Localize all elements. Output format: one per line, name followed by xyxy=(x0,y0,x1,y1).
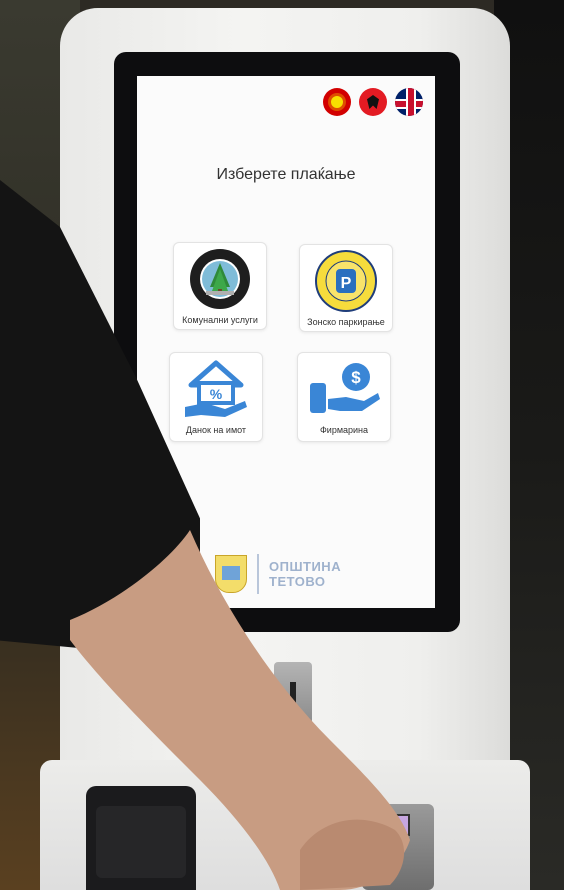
uk-flag-icon[interactable] xyxy=(395,88,423,116)
municipality-crest-icon xyxy=(215,555,247,593)
property-tax-button[interactable]: % Данок на имот xyxy=(169,352,263,442)
business-fee-button[interactable]: $ Фирмарина xyxy=(297,352,391,442)
jkp-tetovo-logo-icon xyxy=(190,249,250,309)
municipality-logo: ОПШТИНА ТЕТОВО xyxy=(215,554,341,594)
pin-pad[interactable] xyxy=(362,804,434,890)
coin-slot[interactable] xyxy=(274,662,312,724)
contactless-card-reader[interactable] xyxy=(86,786,196,890)
business-fee-label: Фирмарина xyxy=(319,425,369,435)
language-selector xyxy=(323,88,423,116)
svg-text:P: P xyxy=(341,275,352,292)
zone-parking-button[interactable]: P Зонско паркирање xyxy=(299,244,393,332)
utilities-label: Комунални услуги xyxy=(182,315,258,325)
logo-divider xyxy=(257,554,259,594)
page-title: Изберете плаќање xyxy=(216,166,356,183)
property-tax-label: Данок на имот xyxy=(185,425,247,435)
albanian-flag-icon[interactable] xyxy=(359,88,387,116)
pin-pad-display xyxy=(372,814,410,836)
macedonian-flag-icon[interactable] xyxy=(323,88,351,116)
zone-parking-label: Зонско паркирање xyxy=(307,317,385,327)
parking-logo-icon: P xyxy=(315,250,377,312)
municipality-name-line1: ОПШТИНА xyxy=(269,559,342,574)
dollar-hand-phone-icon: $ xyxy=(310,363,380,413)
utilities-payment-button[interactable]: Комунални услуги xyxy=(173,242,267,330)
svg-text:%: % xyxy=(210,386,223,402)
svg-text:$: $ xyxy=(351,368,361,387)
municipality-name-line2: ТЕТОВО xyxy=(269,574,326,589)
house-percent-hand-icon: % xyxy=(185,360,247,417)
